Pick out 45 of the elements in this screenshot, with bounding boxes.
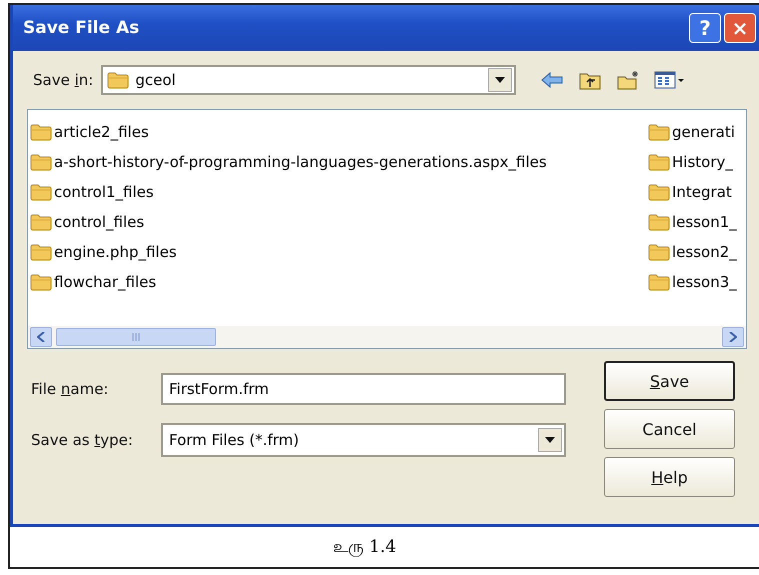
horizontal-scrollbar[interactable] (28, 326, 746, 348)
folder-icon (107, 72, 130, 88)
file-type-dropdown[interactable]: Form Files (*.frm) (161, 423, 566, 457)
dialog-button[interactable]: Cancel (604, 409, 735, 449)
folder-icon (30, 244, 52, 260)
folder-item[interactable]: flowchar_files (30, 267, 648, 297)
folder-icon (648, 274, 670, 290)
window-title: Save File As (23, 18, 140, 38)
folder-icon (30, 184, 52, 200)
folder-icon (30, 154, 52, 170)
folder-item[interactable]: a-short-history-of-programming-languages-generations.aspx_files (30, 147, 648, 177)
dialog-button[interactable]: Save (604, 361, 735, 401)
folder-icon (30, 274, 52, 290)
view-menu-icon[interactable] (654, 70, 686, 90)
dialog-button[interactable]: Help (604, 457, 735, 497)
folder-icon (648, 244, 670, 260)
save-in-dropdown[interactable]: gceol (101, 65, 516, 95)
folder-item[interactable]: lesson3_ (648, 267, 746, 297)
folder-icon (648, 154, 670, 170)
folder-icon (30, 214, 52, 230)
folder-item[interactable]: control1_files (30, 177, 648, 207)
close-button[interactable]: × (724, 13, 756, 43)
new-folder-icon[interactable] (616, 70, 640, 90)
folder-item[interactable]: control_files (30, 207, 648, 237)
caret-icon (495, 77, 506, 83)
figure-caption: உரு 1.4 (332, 536, 396, 558)
folder-item[interactable]: article2_files (30, 117, 648, 147)
folder-icon (30, 124, 52, 140)
folder-icon (648, 124, 670, 140)
field-label: Save in: (33, 71, 94, 89)
folder-item[interactable]: History_ (648, 147, 746, 177)
folder-item[interactable]: Integrat (648, 177, 746, 207)
field-label: Save as type: (31, 431, 134, 449)
folder-item[interactable]: engine.php_files (30, 237, 648, 267)
grip-icon (131, 333, 141, 341)
file-name-field[interactable]: FirstForm.frm (161, 373, 566, 405)
folder-item[interactable]: lesson2_ (648, 237, 746, 267)
field-label: File name: (31, 380, 110, 398)
folder-icon (648, 214, 670, 230)
caret-icon (545, 437, 555, 443)
folder-item[interactable]: lesson1_ (648, 207, 746, 237)
folder-icon (648, 184, 670, 200)
folder-item[interactable]: generati (648, 117, 746, 147)
help-button[interactable]: ? (689, 13, 721, 43)
back-arrow-icon[interactable] (540, 70, 564, 90)
